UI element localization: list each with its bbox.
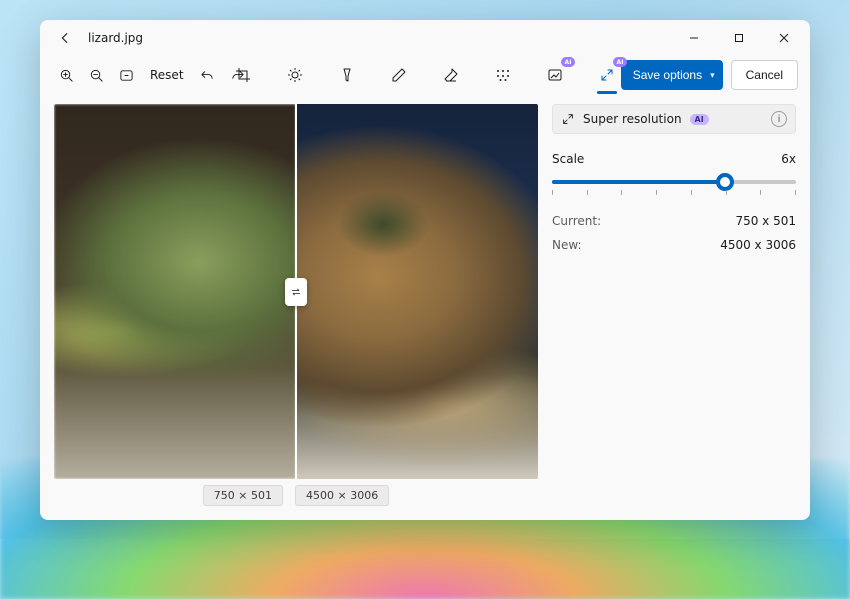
swap-horizontal-icon: [290, 286, 302, 298]
new-value: 4500 x 3006: [720, 238, 796, 252]
ai-pill: AI: [690, 114, 709, 125]
erase-tool[interactable]: [437, 61, 465, 89]
fit-icon: [119, 68, 134, 83]
undo-button[interactable]: [194, 61, 222, 89]
save-label: Save options: [633, 68, 702, 82]
maximize-icon: [734, 33, 744, 43]
zoom-out-button[interactable]: [82, 61, 110, 89]
crop-icon: [235, 67, 251, 83]
panel-title: Super resolution: [583, 112, 682, 126]
zoom-in-icon: [59, 68, 74, 83]
minimize-icon: [689, 33, 699, 43]
undo-icon: [200, 68, 215, 83]
filter-tool[interactable]: [333, 61, 361, 89]
adjust-tool[interactable]: [281, 61, 309, 89]
current-value: 750 x 501: [735, 214, 796, 228]
enlarge-icon: [561, 112, 575, 126]
eraser-icon: [443, 67, 459, 83]
new-label: New:: [552, 238, 582, 252]
content-area: 750 × 501 4500 × 3006 Super resolution A…: [40, 94, 810, 520]
dim-after-chip: 4500 × 3006: [295, 485, 389, 506]
filter-icon: [339, 67, 355, 83]
current-label: Current:: [552, 214, 601, 228]
super-resolution-panel: Super resolution AI i Scale 6x Current: …: [552, 104, 796, 506]
close-icon: [779, 33, 789, 43]
zoom-in-button[interactable]: [52, 61, 80, 89]
minimize-button[interactable]: [671, 23, 716, 53]
photos-editor-window: lizard.jpg Reset: [40, 20, 810, 520]
toolbar: Reset: [40, 56, 810, 94]
compare-handle[interactable]: [285, 278, 307, 306]
scale-slider[interactable]: [552, 176, 796, 196]
generative-erase-tool[interactable]: AI: [541, 61, 569, 89]
dim-before-chip: 750 × 501: [203, 485, 283, 506]
image-canvas: 750 × 501 4500 × 3006: [54, 104, 538, 506]
ai-badge-icon: AI: [613, 57, 627, 67]
zoom-out-icon: [89, 68, 104, 83]
dimension-labels: 750 × 501 4500 × 3006: [54, 485, 538, 506]
titlebar: lizard.jpg: [40, 20, 810, 56]
background-blur-tool[interactable]: [489, 61, 517, 89]
crop-tool[interactable]: [229, 61, 257, 89]
arrow-left-icon: [58, 31, 72, 45]
super-resolution-tool[interactable]: AI: [593, 61, 621, 89]
slider-fill: [552, 180, 725, 184]
window-controls: [671, 23, 806, 53]
scale-label: Scale: [552, 152, 584, 166]
panel-header: Super resolution AI i: [552, 104, 796, 134]
fit-to-window-button[interactable]: [112, 61, 140, 89]
markup-tool[interactable]: [385, 61, 413, 89]
slider-thumb[interactable]: [716, 173, 734, 191]
brightness-icon: [287, 67, 303, 83]
info-button[interactable]: i: [771, 111, 787, 127]
document-title: lizard.jpg: [88, 31, 143, 45]
pencil-icon: [391, 67, 407, 83]
close-button[interactable]: [761, 23, 806, 53]
save-options-button[interactable]: Save options ▾: [621, 60, 723, 90]
sparkle-image-icon: [547, 67, 563, 83]
maximize-button[interactable]: [716, 23, 761, 53]
ai-badge-icon: AI: [561, 57, 575, 67]
enlarge-icon: [599, 67, 615, 83]
chevron-down-icon: ▾: [710, 70, 715, 81]
image-after: [296, 104, 538, 479]
slider-ticks: [552, 190, 796, 195]
before-after-compare: [54, 104, 538, 479]
image-before: [54, 104, 296, 479]
reset-button[interactable]: Reset: [142, 61, 192, 89]
blur-icon: [495, 67, 511, 83]
cancel-button[interactable]: Cancel: [731, 60, 798, 90]
scale-value: 6x: [781, 152, 796, 166]
back-button[interactable]: [50, 23, 80, 53]
